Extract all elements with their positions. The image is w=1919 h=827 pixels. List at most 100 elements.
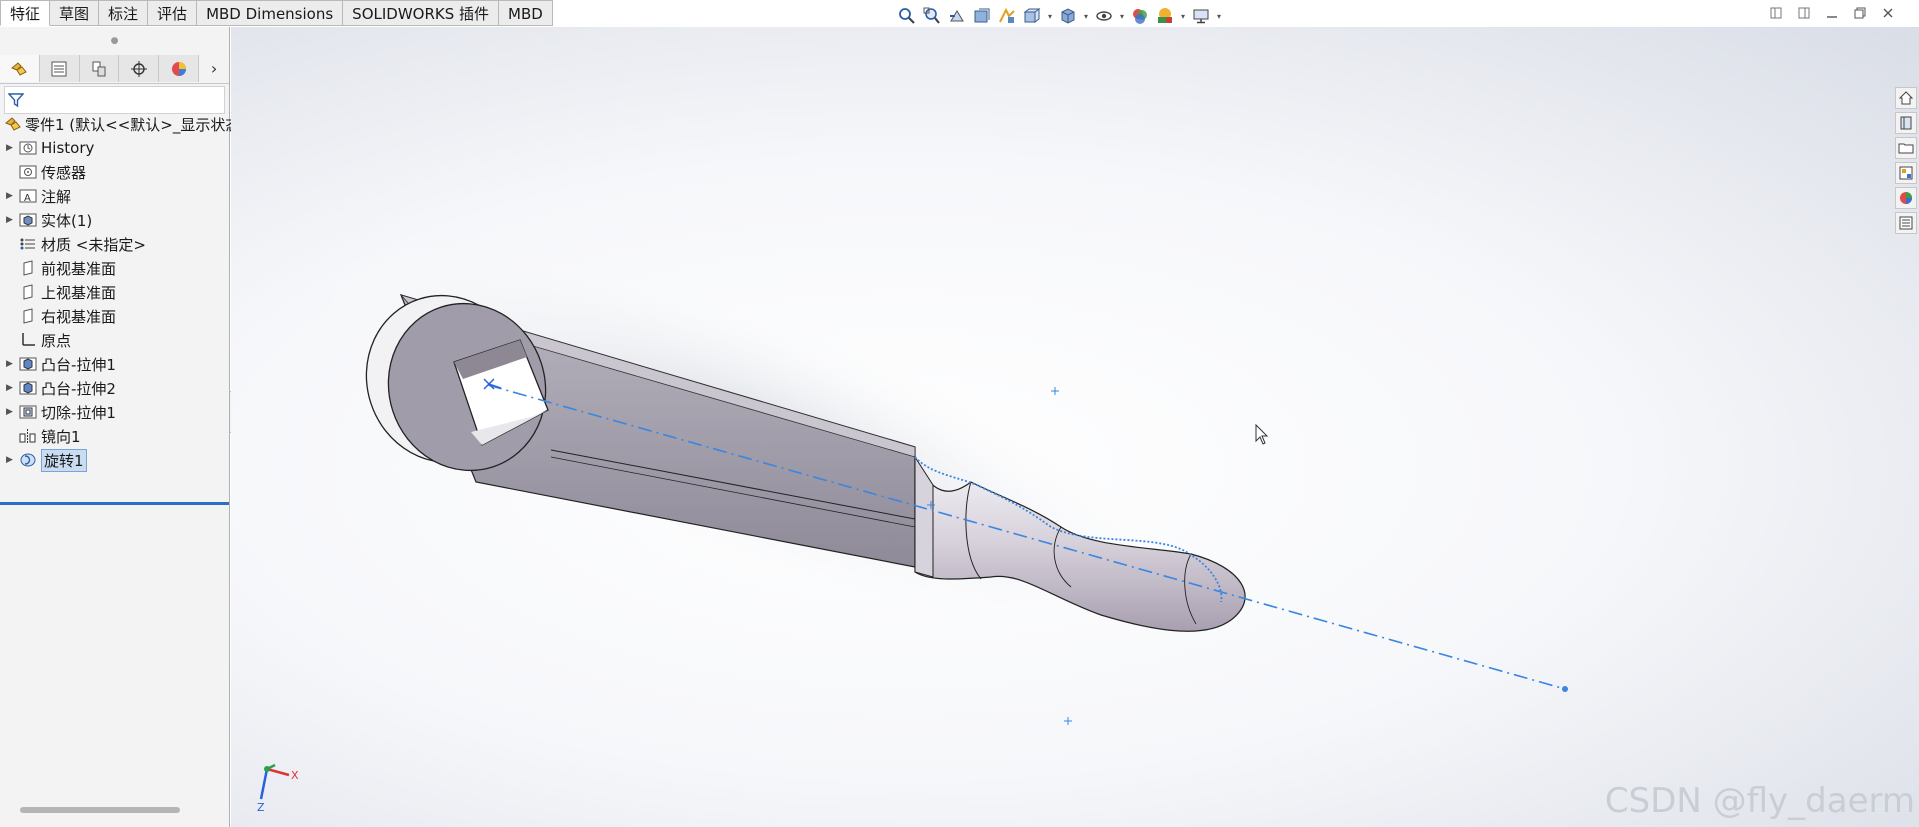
zoom-to-fit-icon[interactable] — [896, 5, 918, 27]
reference-point-2 — [1064, 717, 1072, 725]
view-settings-icon[interactable] — [1190, 5, 1212, 27]
dynamic-annotation-icon[interactable] — [996, 5, 1018, 27]
tree-item[interactable]: ▶ 凸台-拉伸2 — [0, 376, 229, 400]
hide-show-dropdown[interactable]: ▾ — [1118, 12, 1126, 21]
tree-item[interactable]: 材质 <未指定> — [0, 232, 229, 256]
display-style-dropdown[interactable]: ▾ — [1082, 12, 1090, 21]
property-manager-tab[interactable] — [39, 55, 80, 82]
more-tabs-arrow[interactable]: › — [199, 55, 229, 82]
tree-item[interactable]: ▶ History — [0, 136, 229, 160]
tree-item[interactable]: ▶ 实体(1) — [0, 208, 229, 232]
previous-view-icon[interactable] — [946, 5, 968, 27]
tree-item-label: 凸台-拉伸2 — [41, 379, 116, 398]
boss-extrude-icon — [18, 355, 38, 373]
tree-item-label: 旋转1 — [41, 448, 87, 472]
appearances-icon[interactable] — [1895, 187, 1917, 209]
tree-item[interactable]: ▶ 旋转1 — [0, 448, 229, 472]
tree-root-label: 零件1 (默认<<默认>_显示状态 — [25, 115, 241, 134]
tab-solidworks-addins[interactable]: SOLIDWORKS 插件 — [343, 0, 500, 26]
tree-filter[interactable] — [4, 86, 225, 114]
section-view-icon[interactable] — [971, 5, 993, 27]
part-icon — [4, 115, 22, 133]
axis-triad — [259, 763, 290, 800]
tree-item-label: 注解 — [41, 187, 72, 206]
expand-arrow-icon[interactable]: ▶ — [6, 143, 18, 153]
command-manager-tabs: 特征 草图 标注 评估 MBD Dimensions SOLIDWORKS 插件… — [0, 0, 553, 27]
close-icon[interactable] — [1881, 6, 1895, 20]
display-manager-tab[interactable] — [159, 55, 200, 82]
manager-tabs: › — [0, 55, 229, 84]
graphics-area[interactable]: X Z CSDN @fly_daerm — [231, 27, 1919, 827]
custom-properties-icon[interactable] — [1895, 212, 1917, 234]
tab-evaluate[interactable]: 评估 — [148, 0, 198, 26]
tab-markup[interactable]: 标注 — [99, 0, 149, 26]
display-style-icon[interactable] — [1057, 5, 1079, 27]
tree-root-part[interactable]: 零件1 (默认<<默认>_显示状态 — [0, 112, 240, 136]
tab-mbd-dimensions[interactable]: MBD Dimensions — [197, 0, 344, 26]
tree-item[interactable]: 前视基准面 — [0, 256, 229, 280]
home-icon[interactable] — [1895, 87, 1917, 109]
tree-item-label: 材质 <未指定> — [41, 235, 146, 254]
model-view: X Z — [257, 232, 1568, 814]
edit-appearance-icon[interactable] — [1129, 5, 1151, 27]
expand-arrow-icon[interactable]: ▶ — [6, 383, 18, 393]
view-settings-dropdown[interactable]: ▾ — [1215, 12, 1223, 21]
tree-item[interactable]: 上视基准面 — [0, 280, 229, 304]
apply-scene-dropdown[interactable]: ▾ — [1179, 12, 1187, 21]
solid-bodies-icon — [18, 211, 38, 229]
view-orientation-icon[interactable] — [1021, 5, 1043, 27]
tree-item-label: 切除-拉伸1 — [41, 403, 116, 422]
sensor-icon — [18, 163, 38, 181]
tree-item-label: 前视基准面 — [41, 259, 117, 278]
tree-item[interactable]: ▶ 凸台-拉伸1 — [0, 352, 229, 376]
minimize-icon[interactable] — [1825, 6, 1839, 20]
origin-icon — [18, 331, 38, 349]
tab-mbd[interactable]: MBD — [499, 0, 553, 26]
tree-item[interactable]: ▶ 切除-拉伸1 — [0, 400, 229, 424]
panel-grip[interactable]: ● — [0, 27, 229, 55]
tree-item[interactable]: 镜向1 — [0, 424, 229, 448]
tree-item-label: 传感器 — [41, 163, 87, 182]
configuration-manager-tab[interactable] — [79, 55, 120, 82]
hide-show-items-icon[interactable] — [1093, 5, 1115, 27]
view-palette-icon[interactable] — [1895, 162, 1917, 184]
expand-arrow-icon[interactable]: ▶ — [6, 455, 18, 465]
feature-manager-tab[interactable] — [0, 55, 40, 82]
tile-right-icon[interactable] — [1797, 6, 1811, 20]
expand-arrow-icon[interactable]: ▶ — [6, 191, 18, 201]
tree-item[interactable]: ▶ A 注解 — [0, 184, 229, 208]
svg-text:A: A — [24, 193, 31, 204]
boss-extrude-icon — [18, 379, 38, 397]
restore-icon[interactable] — [1853, 6, 1867, 20]
apply-scene-icon[interactable] — [1154, 5, 1176, 27]
horizontal-scrollbar[interactable] — [20, 807, 180, 813]
task-pane-tabs — [1893, 87, 1919, 234]
filter-icon — [8, 93, 24, 108]
tree-item-label: 原点 — [41, 331, 72, 350]
zoom-to-area-icon[interactable] — [921, 5, 943, 27]
expand-arrow-icon[interactable]: ▶ — [6, 407, 18, 417]
tab-features[interactable]: 特征 — [0, 0, 51, 26]
tree-item-label: 凸台-拉伸1 — [41, 355, 116, 374]
dimxpert-manager-tab[interactable] — [119, 55, 160, 82]
expand-arrow-icon[interactable]: ▶ — [6, 215, 18, 225]
tree-item[interactable]: 原点 — [0, 328, 229, 352]
expand-arrow-icon[interactable]: ▶ — [6, 359, 18, 369]
feature-manager-panel: ● › 零件1 (默认<<默认>_显示状态 ▶ History 传感器 ▶ A 注解 ▶ 实体… — [0, 27, 240, 827]
plane-icon — [18, 307, 38, 325]
configuration-manager-icon — [92, 61, 106, 76]
tree-item[interactable]: 右视基准面 — [0, 304, 229, 328]
tree-item-label: 实体(1) — [41, 211, 93, 230]
view-orientation-dropdown[interactable]: ▾ — [1046, 12, 1054, 21]
triad-z-label: Z — [257, 801, 265, 814]
tree-item-label: 镜向1 — [41, 427, 81, 446]
tree-item[interactable]: 传感器 — [0, 160, 229, 184]
design-library-icon[interactable] — [1895, 112, 1917, 134]
rollback-bar[interactable] — [0, 502, 229, 505]
tree-item-label: History — [41, 139, 95, 157]
watermark-text: CSDN @fly_daerm — [1604, 781, 1915, 821]
file-explorer-icon[interactable] — [1895, 137, 1917, 159]
tree-item-label: 右视基准面 — [41, 307, 117, 326]
tab-sketch[interactable]: 草图 — [50, 0, 100, 26]
tile-left-icon[interactable] — [1769, 6, 1783, 20]
